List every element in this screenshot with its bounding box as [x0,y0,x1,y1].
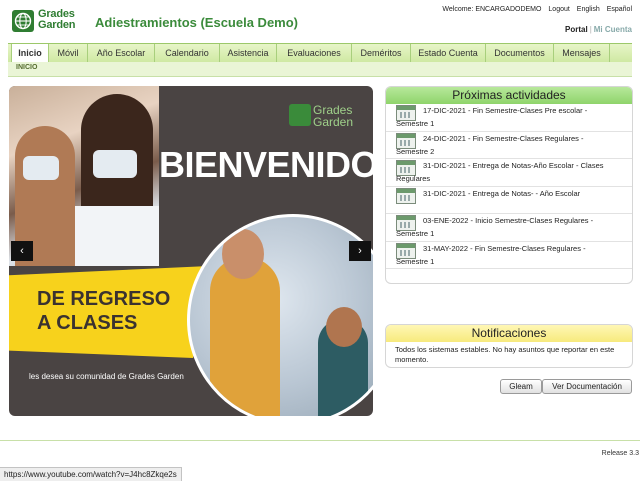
activity-line-1: 31-DIC-2021 - Entrega de Notas- - Año Es… [423,188,581,198]
english-link[interactable]: English [577,6,600,13]
grades-garden-logo[interactable]: Grades Garden [12,9,82,34]
activities-panel: Próximas actividades 17-DIC-2021 - Fin S… [385,86,633,284]
carousel-prev-button[interactable]: ‹ [11,241,33,261]
carousel-heading: BIENVENIDOS [159,144,373,185]
activity-item[interactable]: 24-DIC-2021 - Fin Semestre-Clases Regula… [386,132,632,159]
activity-line-2: Semestre 1 [396,256,435,266]
nav-inicio[interactable]: Inicio [11,44,49,63]
activity-line-1: 24-DIC-2021 - Fin Semestre-Clases Regula… [423,133,584,143]
gleam-button[interactable]: Gleam [500,379,542,394]
teacher-student-photo [187,214,373,416]
nav-calendario[interactable]: Calendario [155,44,220,62]
top-user-links: Welcome: ENCARGADODEMO Logout English Es… [437,6,632,13]
face-mask-icon [93,150,137,178]
nav-mensajes[interactable]: Mensajes [554,44,610,62]
globe-icon [12,10,34,32]
notifications-text: Todos los sistemas estables. No hay asun… [395,345,615,364]
portal-link[interactable]: Portal [565,25,588,34]
spanish-link[interactable]: Español [607,6,632,13]
activity-item[interactable]: 31-MAY-2022 - Fin Semestre-Clases Regula… [386,242,632,269]
activities-title: Próximas actividades [386,87,632,104]
notifications-title: Notificaciones [386,325,632,342]
release-label: Release 3.3 [601,450,639,457]
logo-text-garden: Garden [38,19,76,31]
activity-line-1: 03-ENE-2022 - Inicio Semestre-Clases Reg… [423,216,594,225]
welcome-carousel[interactable]: Grades Garden BIENVENIDOS DE REGRESO A C… [9,86,373,416]
kids-photo [9,86,159,266]
activity-line-2: Semestre 2 [396,146,435,156]
carousel-next-button[interactable]: › [349,241,371,261]
activity-line-1: 17-DIC-2021 - Fin Semestre-Clases Pre es… [423,106,588,115]
breadcrumb: INICIO [8,62,632,77]
activity-line-1: 31-MAY-2022 - Fin Semestre-Clases Regula… [423,243,586,253]
status-bar-url: https://www.youtube.com/watch?v=J4hc8Zkq… [0,467,182,481]
activity-item[interactable]: 03-ENE-2022 - Inicio Semestre-Clases Reg… [386,214,632,242]
activity-line-2: Regulares [396,174,431,183]
nav-documentos[interactable]: Documentos [486,44,554,62]
main-nav: Inicio Móvil Año Escolar Calendario Asis… [8,43,632,63]
nav-asistencia[interactable]: Asistencia [220,44,277,62]
nav-evaluaciones[interactable]: Evaluaciones [277,44,352,62]
nav-ano-escolar[interactable]: Año Escolar [88,44,155,62]
activity-line-2: Semestre 1 [396,229,435,238]
activity-item[interactable]: 17-DIC-2021 - Fin Semestre-Clases Pre es… [386,104,632,132]
welcome-text: Welcome: ENCARGADODEMO [442,6,542,13]
mi-cuenta-link[interactable]: Mi Cuenta [594,25,632,34]
calendar-icon [396,187,416,204]
school-title: Adiestramientos (Escuela Demo) [95,15,299,30]
activity-item[interactable]: 31-DIC-2021 - Entrega de Notas-Año Escol… [386,159,632,187]
breadcrumb-inicio[interactable]: INICIO [16,64,37,71]
face-mask-icon [23,156,59,180]
activity-line-2: Semestre 1 [396,119,435,128]
carousel-subheading-2: A CLASES [37,312,138,334]
portal-separator: | [589,25,592,34]
carousel-tagline: les desea su comunidad de Grades Garden [29,372,184,381]
carousel-logo-line-2: Garden [313,115,354,129]
globe-icon [289,104,311,126]
activity-line-1: 31-DIC-2021 - Entrega de Notas-Año Escol… [423,161,604,170]
logout-link[interactable]: Logout [548,6,569,13]
notifications-panel: Notificaciones Todos los sistemas establ… [385,324,633,368]
carousel-subheading-1: DE REGRESO [37,288,171,310]
activities-list[interactable]: 17-DIC-2021 - Fin Semestre-Clases Pre es… [386,104,632,282]
nav-dementos[interactable]: Deméritos [352,44,411,62]
activity-item[interactable]: 31-DIC-2021 - Entrega de Notas- - Año Es… [386,187,632,214]
nav-estado-cuenta[interactable]: Estado Cuenta [411,44,486,62]
portal-links: Portal | Mi Cuenta [565,25,632,34]
ver-documentacion-button[interactable]: Ver Documentación [542,379,632,394]
footer-divider [0,440,640,441]
carousel-logo: Grades Garden [289,104,359,134]
nav-movil[interactable]: Móvil [49,44,88,62]
